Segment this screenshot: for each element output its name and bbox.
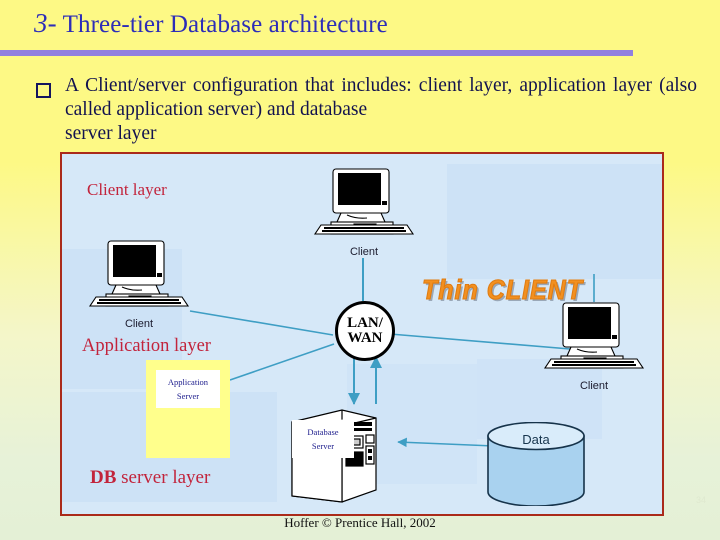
client-computer-right: Client xyxy=(537,302,651,392)
desktop-computer-icon xyxy=(313,168,415,235)
database-server-label: Database Server xyxy=(292,420,354,458)
client-computer-top: Client xyxy=(307,168,421,258)
thin-client-wordart: Thin CLIENT xyxy=(422,274,583,306)
bullet-item: A Client/server configuration that inclu… xyxy=(36,74,704,146)
label-db-layer: DB server layer xyxy=(90,467,210,489)
data-store-label: Data xyxy=(522,432,550,447)
bullet-text: A Client/server configuration that inclu… xyxy=(65,74,697,146)
label-client-layer: Client layer xyxy=(87,180,167,199)
database-server-line2: Server xyxy=(311,441,335,451)
database-server-line1: Database xyxy=(307,427,339,437)
title-divider xyxy=(0,50,633,56)
label-db-layer-bold: DB xyxy=(90,467,117,488)
page-number: 34 xyxy=(695,495,706,505)
desktop-computer-icon xyxy=(88,240,190,307)
square-bullet-icon xyxy=(36,83,51,98)
lan-wan-line1: LAN/ xyxy=(347,315,383,331)
slide-footer: Hoffer © Prentice Hall, 2002 xyxy=(284,515,436,530)
data-store-cylinder: Data xyxy=(482,421,590,507)
desktop-computer-icon xyxy=(543,302,645,369)
client-caption: Client xyxy=(124,318,154,330)
title-number: 3- xyxy=(34,8,57,38)
database-server: Database Server xyxy=(284,404,384,510)
application-server-label: Application Server xyxy=(156,370,220,408)
bullet-text-main: A Client/server configuration that inclu… xyxy=(65,75,697,120)
client-caption: Client xyxy=(579,380,609,392)
lan-wan-node: LAN/ WAN xyxy=(335,301,395,361)
page-title: 3- Three-tier Database architecture xyxy=(34,8,388,39)
application-server-box: Application Server xyxy=(146,360,230,458)
title-text: Three-tier Database architecture xyxy=(56,11,388,38)
label-db-layer-rest: server layer xyxy=(116,467,211,488)
label-application-layer: Application layer xyxy=(82,336,211,356)
architecture-diagram: Client layer Application layer DB server… xyxy=(60,152,664,516)
application-server-line1: Application xyxy=(167,377,209,387)
bullet-block: A Client/server configuration that inclu… xyxy=(36,74,704,146)
client-caption: Client xyxy=(349,246,379,258)
client-computer-left: Client xyxy=(82,240,196,330)
bullet-text-lastline: server layer xyxy=(65,123,157,144)
application-server-line2: Server xyxy=(176,391,200,401)
lan-wan-line2: WAN xyxy=(347,330,383,346)
